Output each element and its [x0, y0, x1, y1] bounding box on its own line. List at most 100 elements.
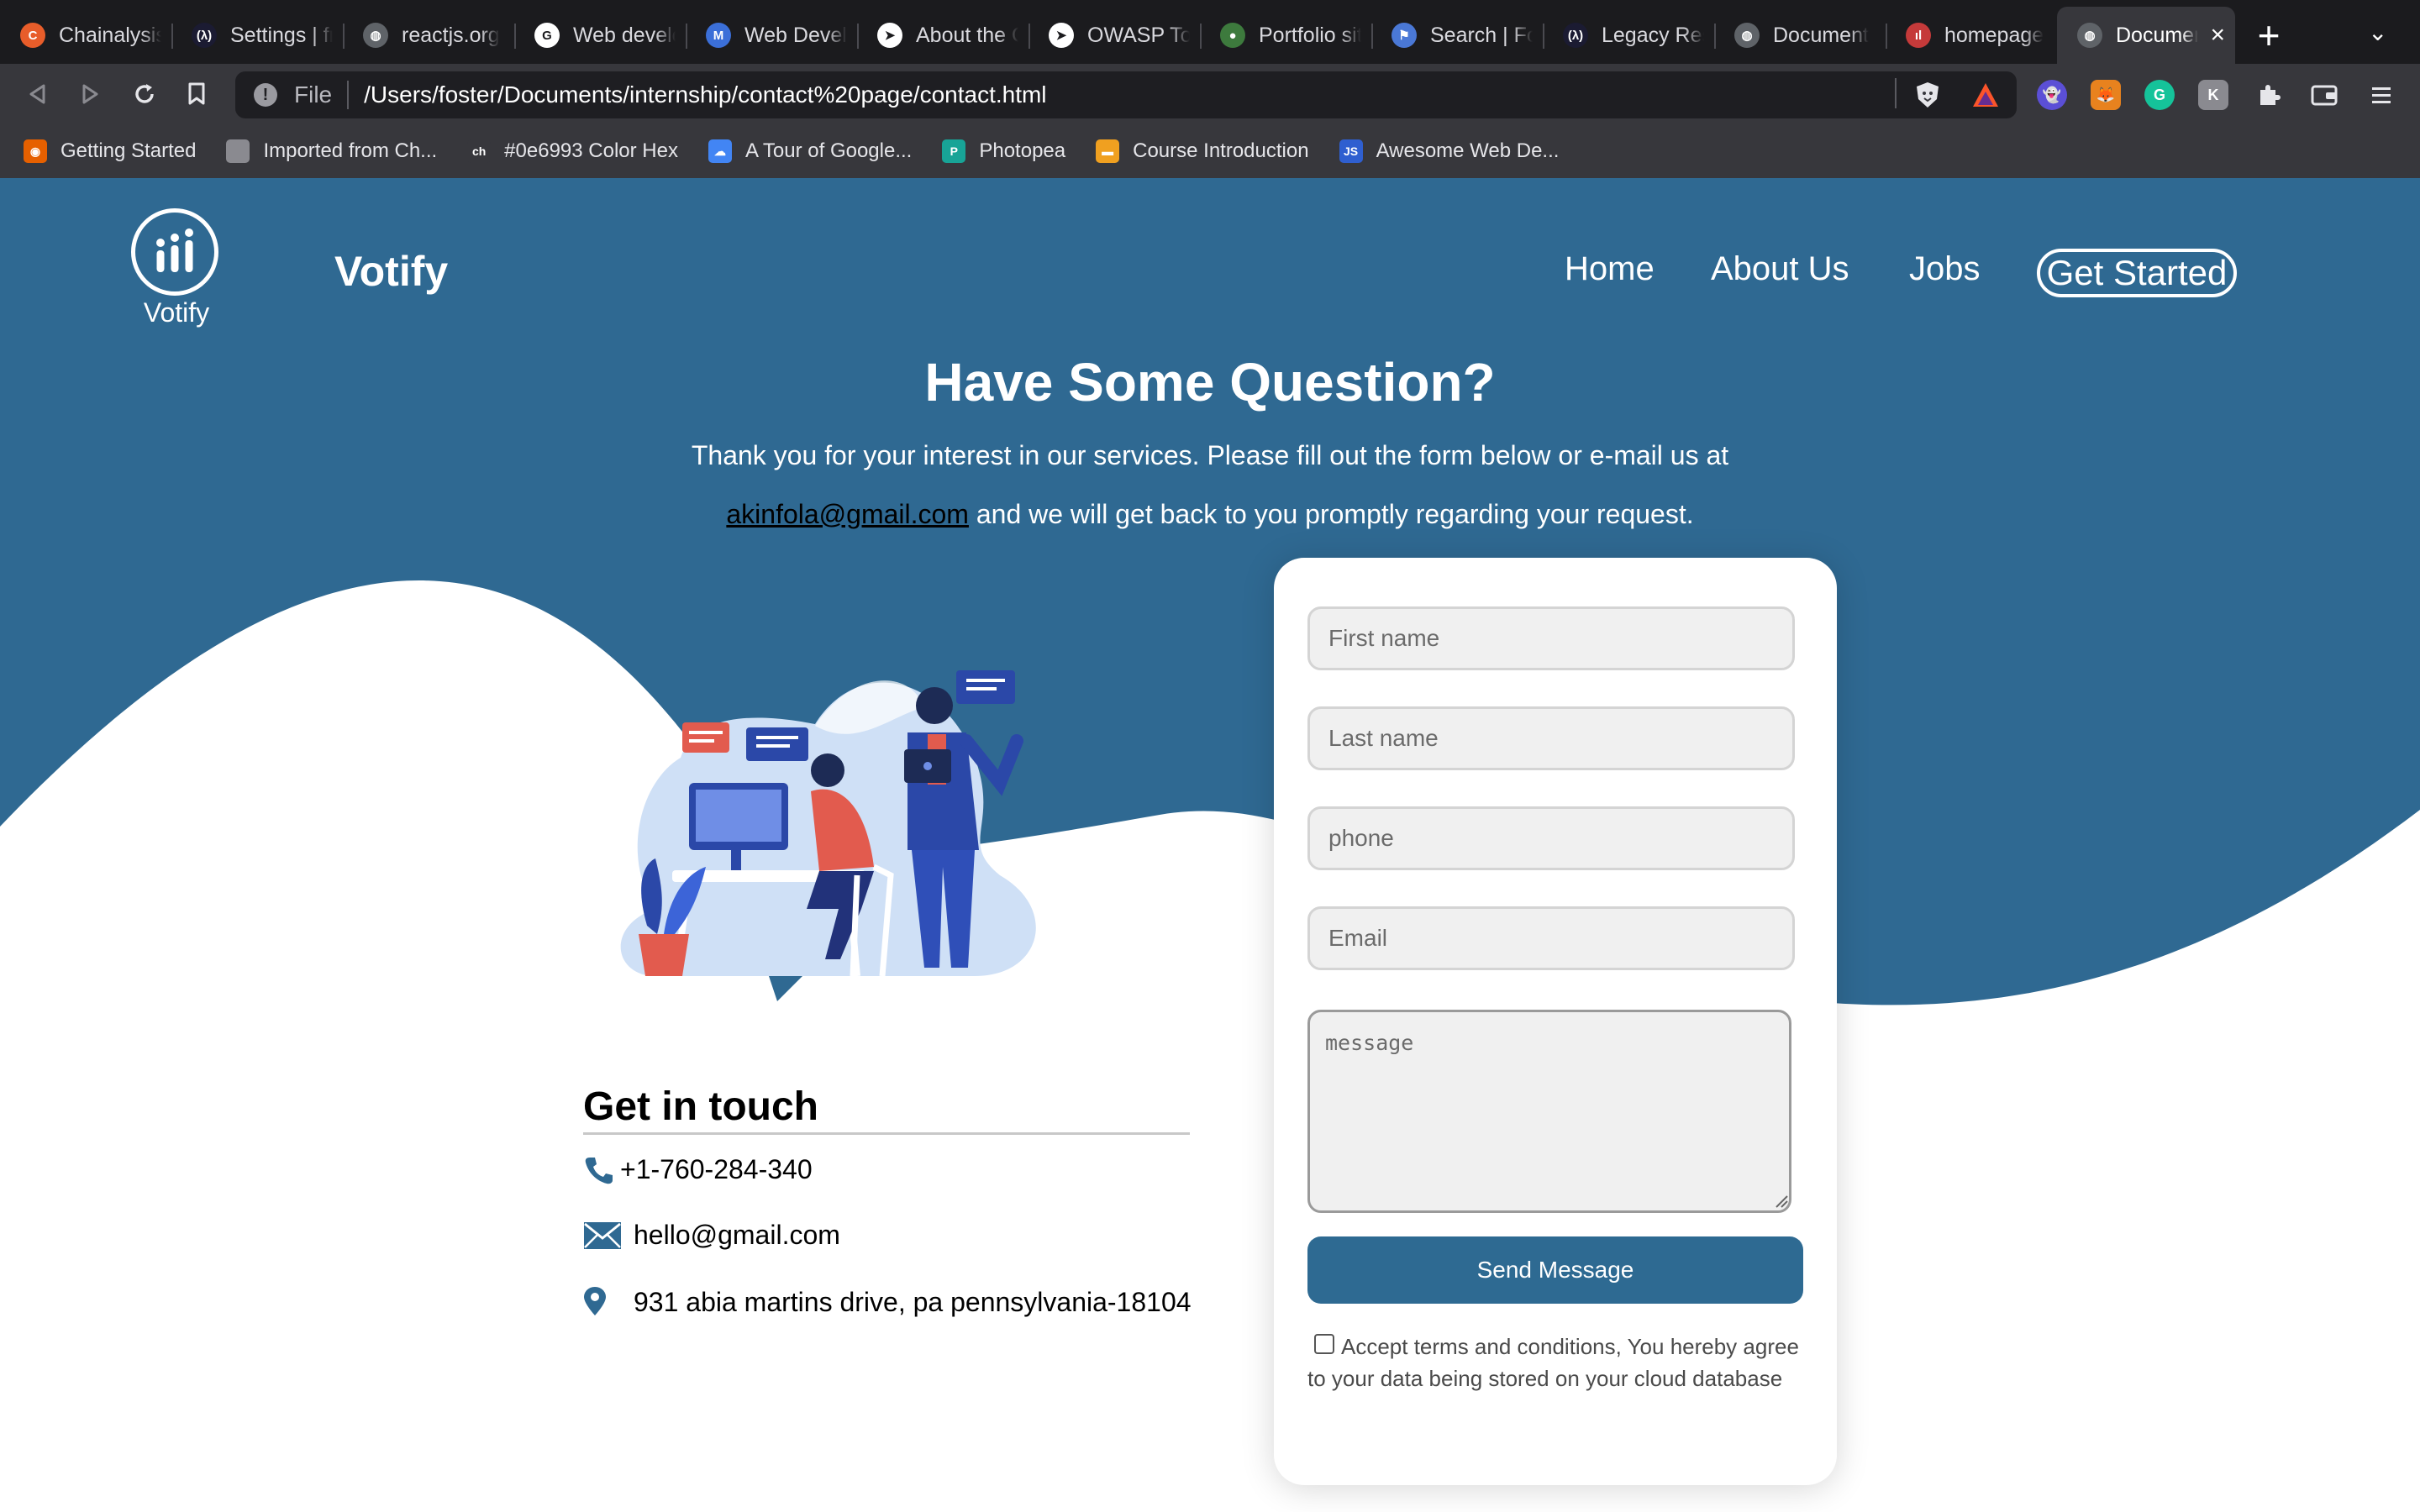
freecodecamp-icon: (λ)	[192, 23, 217, 48]
back-button[interactable]	[17, 74, 57, 114]
tab-close-icon[interactable]: ×	[2210, 21, 2225, 50]
bookmark-item[interactable]: JS Awesome Web De...	[1339, 139, 1559, 163]
tab-label: Web develo	[573, 23, 676, 47]
tab[interactable]: (λ) Legacy Res	[1543, 7, 1714, 64]
tab[interactable]: M Web Develo	[686, 7, 857, 64]
message-textarea[interactable]	[1307, 1010, 1791, 1213]
textarea-resize-handle[interactable]	[1775, 1194, 1788, 1208]
phone-icon	[585, 1157, 613, 1184]
wallet-icon[interactable]	[2309, 80, 2339, 110]
bookmark-item[interactable]: Imported from Ch...	[226, 139, 437, 163]
tab[interactable]: ıl homepage	[1886, 7, 2057, 64]
google-icon: G	[534, 23, 560, 48]
tab-label: OWASP Top	[1087, 23, 1190, 47]
location-pin-icon	[584, 1287, 606, 1315]
bookmark-label: A Tour of Google...	[744, 139, 913, 162]
last-name-input[interactable]	[1307, 706, 1795, 770]
globe-icon: ◍	[363, 23, 388, 48]
compass-icon: ➤	[1049, 23, 1074, 48]
folder-icon	[226, 139, 250, 163]
bookmark-button[interactable]	[176, 74, 217, 114]
contact-address: 931 abia martins drive, pa pennsylvania-…	[634, 1286, 1192, 1317]
brand-name[interactable]: Votify	[334, 247, 448, 296]
votify-logo-icon[interactable]	[131, 208, 218, 296]
woman-head	[811, 753, 844, 787]
chainalysis-icon: C	[20, 23, 45, 48]
address-bar[interactable]: ! File /Users/foster/Documents/internshi…	[235, 71, 2017, 118]
hamburger-glyph	[2372, 87, 2391, 103]
tab[interactable]: C Chainalysis	[0, 7, 171, 64]
metamask-icon[interactable]: 🦊	[2091, 80, 2121, 110]
firefox-icon: ◉	[24, 139, 47, 163]
bookmark-item[interactable]: ◉ Getting Started	[24, 139, 196, 163]
bookmark-label: Course Introduction	[1133, 139, 1309, 162]
reload-button[interactable]	[124, 74, 165, 114]
back-arrow-icon	[29, 84, 45, 104]
brave-shields-icon[interactable]	[1912, 80, 1943, 110]
monitor-screen	[696, 790, 781, 842]
contact-page: Votify Votify Home About Us Jobs Get Sta…	[0, 178, 2420, 1512]
globe-icon: ◍	[2077, 23, 2102, 48]
grammarly-icon[interactable]: G	[2144, 80, 2175, 110]
toolbar-divider	[1895, 78, 1897, 108]
tab-list-chevron-icon[interactable]: ⌄	[2368, 18, 2387, 46]
extension-ghost-icon[interactable]: 👻	[2037, 80, 2067, 110]
bookmark-item[interactable]: P Photopea	[942, 139, 1065, 163]
reload-icon	[135, 84, 154, 103]
tab[interactable]: ◍ reactjs.org	[343, 7, 514, 64]
intro-text-line-2: akinfola@gmail.com and we will get back …	[0, 499, 2420, 530]
compass-icon: ➤	[877, 23, 902, 48]
send-message-button[interactable]: Send Message	[1307, 1236, 1803, 1304]
first-name-input[interactable]	[1307, 606, 1795, 670]
blob-tail	[769, 976, 802, 1001]
tab[interactable]: ➤ About the C	[857, 7, 1028, 64]
intro-text-line-1: Thank you for your interest in our servi…	[691, 440, 1729, 470]
new-tab-button[interactable]: +	[2245, 12, 2292, 59]
tab-label: Portfolio sit	[1259, 23, 1361, 47]
nav-home-link[interactable]: Home	[1565, 250, 1655, 288]
tab[interactable]: ⚑ Search | Fo	[1371, 7, 1543, 64]
tab[interactable]: ◍ Document	[1714, 7, 1886, 64]
terms-label: Accept terms and conditions, You hereby …	[1307, 1334, 1799, 1391]
brave-rewards-icon[interactable]	[1970, 80, 2001, 110]
plant-pot	[639, 934, 689, 976]
chat-bubble-red	[682, 722, 729, 753]
site-info-icon[interactable]: !	[254, 83, 277, 107]
tab-active[interactable]: ◍ Document ×	[2057, 7, 2235, 64]
bookmark-label: Getting Started	[60, 139, 197, 162]
bookmark-item[interactable]: ch #0e6993 Color Hex	[467, 139, 678, 163]
flag-icon: ⚑	[1392, 23, 1417, 48]
tab-label: Document	[1773, 23, 1869, 47]
portfolio-icon: ●	[1220, 23, 1245, 48]
contact-phone[interactable]: +1-760-284-340	[620, 1154, 813, 1185]
page-title: Have Some Question?	[924, 352, 1496, 412]
address-scheme: File	[294, 81, 333, 108]
nav-jobs-link[interactable]: Jobs	[1909, 250, 1981, 288]
contact-email[interactable]: hello@gmail.com	[634, 1220, 840, 1251]
address-text[interactable]: /Users/foster/Documents/internship/conta…	[364, 81, 1046, 108]
lion-shield-glyph	[1917, 82, 1939, 108]
contact-form-card: Send Message Accept terms and conditions…	[1274, 558, 1837, 1485]
get-started-button[interactable]: Get Started	[2037, 249, 2237, 297]
email-input[interactable]	[1307, 906, 1795, 970]
votify-icon: ıl	[1906, 23, 1931, 48]
laptop-logo	[923, 762, 932, 770]
phone-input[interactable]	[1307, 806, 1795, 870]
extension-k-icon[interactable]: K	[2198, 80, 2228, 110]
nav-about-link[interactable]: About Us	[1711, 250, 1849, 288]
browser-menu-icon[interactable]	[2366, 80, 2396, 110]
bookmark-item[interactable]: ▬ Course Introduction	[1096, 139, 1309, 163]
intro-email-link[interactable]: akinfola@gmail.com	[726, 499, 969, 529]
bubble-line	[966, 687, 997, 690]
tab-label: Legacy Res	[1602, 23, 1704, 47]
monitor-stand	[731, 850, 741, 870]
triangle-glyph	[1973, 83, 1998, 107]
extensions-puzzle-icon[interactable]	[2254, 80, 2284, 110]
forward-button[interactable]	[71, 74, 111, 114]
bookmark-item[interactable]: ☁ A Tour of Google...	[708, 139, 912, 163]
tab[interactable]: (λ) Settings | fr	[171, 7, 343, 64]
contact-phone-row: +1-760-284-340	[583, 1154, 813, 1185]
tab[interactable]: ➤ OWASP Top	[1028, 7, 1200, 64]
tab[interactable]: G Web develo	[514, 7, 686, 64]
tab[interactable]: ● Portfolio sit	[1200, 7, 1371, 64]
